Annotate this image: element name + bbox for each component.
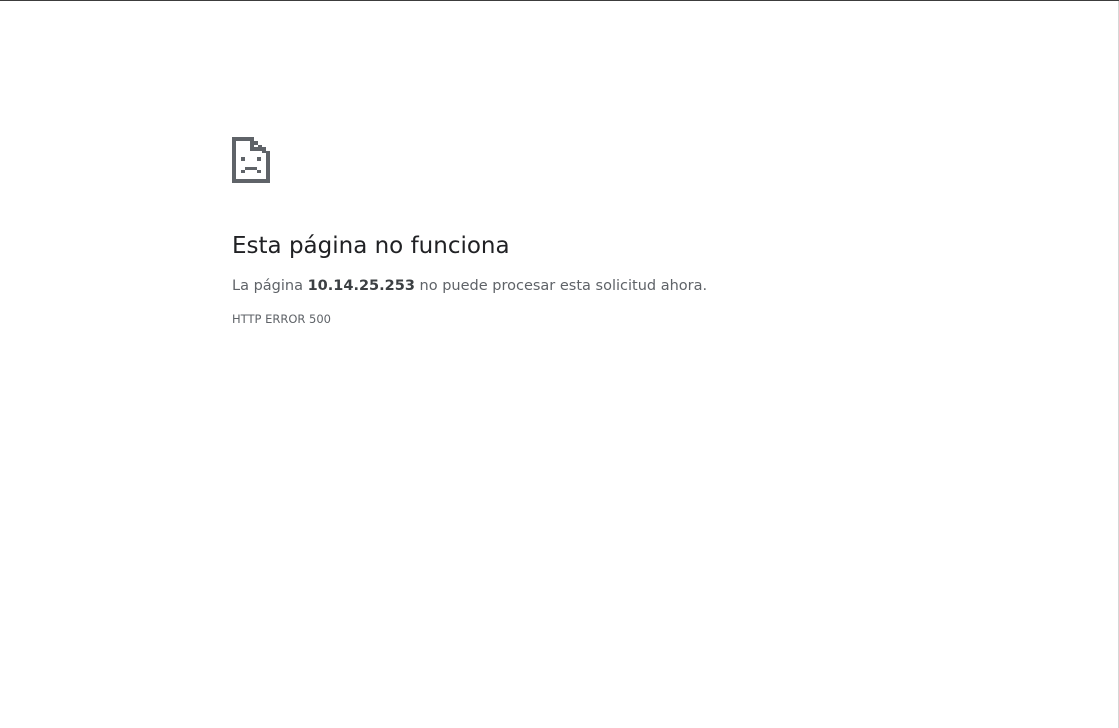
error-message: La página 10.14.25.253 no puede procesar… — [232, 277, 852, 295]
error-code: HTTP ERROR 500 — [232, 311, 331, 326]
error-content: Esta página no funciona La página 10.14.… — [232, 137, 852, 326]
sad-page-icon — [232, 137, 852, 183]
error-heading: Esta página no funciona — [232, 233, 510, 259]
error-host: 10.14.25.253 — [307, 277, 415, 294]
error-message-prefix: La página — [232, 277, 308, 294]
error-message-suffix: no puede procesar esta solicitud ahora. — [414, 277, 708, 294]
